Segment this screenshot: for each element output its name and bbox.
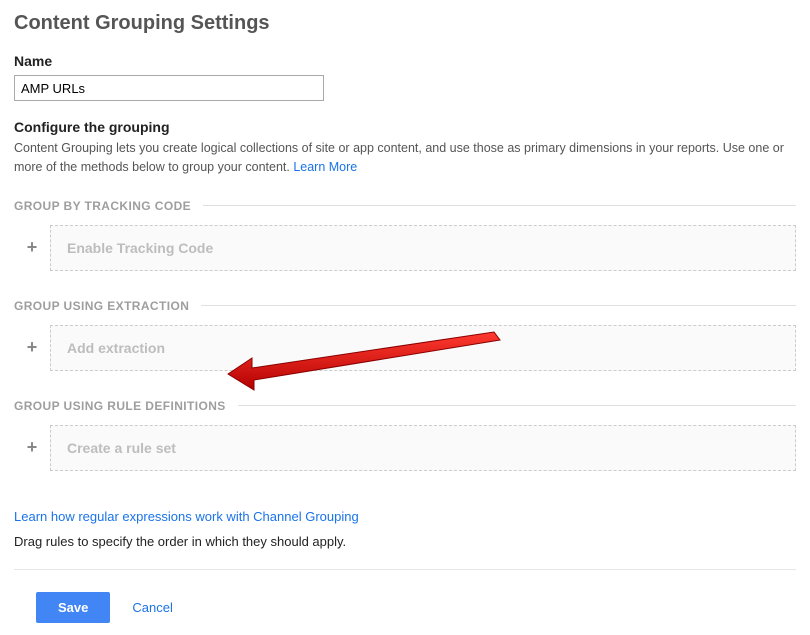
divider-line [238,405,796,406]
configure-description-text: Content Grouping lets you create logical… [14,141,784,174]
configure-description: Content Grouping lets you create logical… [14,139,796,177]
create-rule-set-box[interactable]: Create a rule set [50,425,796,471]
extraction-row: + Add extraction [14,325,796,371]
extraction-add-button[interactable]: + [14,325,50,371]
add-extraction-box[interactable]: Add extraction [50,325,796,371]
save-button[interactable]: Save [36,592,110,623]
drag-note: Drag rules to specify the order in which… [14,534,796,549]
rules-row: + Create a rule set [14,425,796,471]
plus-icon: + [27,337,38,358]
tracking-row: + Enable Tracking Code [14,225,796,271]
rules-section-header: GROUP USING RULE DEFINITIONS [14,399,796,413]
configure-title: Configure the grouping [14,119,796,135]
page-title: Content Grouping Settings [14,12,796,35]
extraction-section-title: GROUP USING EXTRACTION [14,299,189,313]
footer-actions: Save Cancel [14,582,796,623]
name-input[interactable] [14,75,324,101]
tracking-section-header: GROUP BY TRACKING CODE [14,199,796,213]
divider-line [203,205,796,206]
footer-divider [14,569,796,570]
plus-icon: + [27,237,38,258]
cancel-link[interactable]: Cancel [132,600,172,615]
name-label: Name [14,53,796,69]
enable-tracking-code-box[interactable]: Enable Tracking Code [50,225,796,271]
rules-section-title: GROUP USING RULE DEFINITIONS [14,399,226,413]
plus-icon: + [27,437,38,458]
regex-help-link[interactable]: Learn how regular expressions work with … [14,509,359,524]
tracking-add-button[interactable]: + [14,225,50,271]
extraction-section-header: GROUP USING EXTRACTION [14,299,796,313]
rules-add-button[interactable]: + [14,425,50,471]
learn-more-link[interactable]: Learn More [293,160,357,174]
tracking-section-title: GROUP BY TRACKING CODE [14,199,191,213]
divider-line [201,305,796,306]
